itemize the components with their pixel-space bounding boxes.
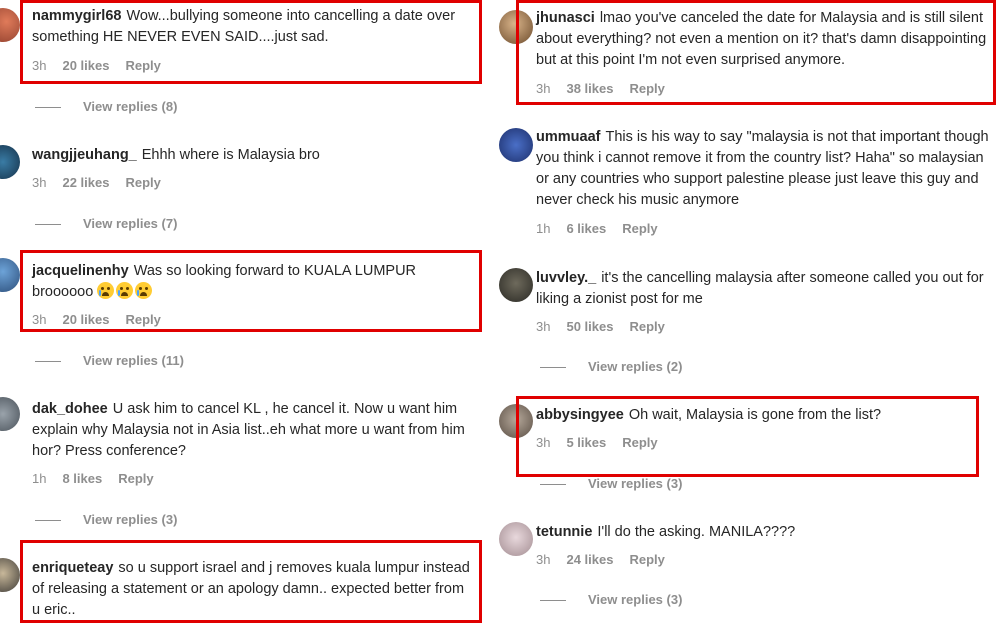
comment-likes[interactable]: 8 likes [62,471,102,486]
avatar[interactable] [0,145,20,179]
comment-meta: 3h 24 likes Reply [536,552,681,567]
view-replies-label: View replies (3) [588,476,683,491]
view-replies-label: View replies (2) [588,359,683,374]
comment-text: tetunnie I'll do the asking. MANILA???? [536,522,976,543]
comment-body: I'll do the asking. MANILA???? [597,524,796,540]
highlight-box [516,396,979,477]
view-replies-label: View replies (3) [588,592,683,607]
comment-time: 3h [536,552,551,567]
replies-line [540,484,566,486]
highlight-box [20,540,482,623]
comment-likes[interactable]: 50 likes [566,319,613,334]
comment-text: ummuaaf This is his way to say "malaysia … [536,127,991,211]
comment-username[interactable]: dak_dohee [32,401,108,417]
comment-body: it's the cancelling malaysia after someo… [536,270,984,307]
view-replies-button[interactable]: View replies (7) [35,216,177,231]
comment-time: 3h [536,319,551,334]
avatar[interactable] [499,268,533,302]
comment-username[interactable]: ummuaaf [536,129,600,145]
comment-body: This is his way to say "malaysia is not … [536,129,989,208]
replies-line [540,600,566,602]
replies-line [540,367,566,369]
replies-line [35,520,61,522]
avatar[interactable] [0,397,20,431]
comment-meta: 3h 22 likes Reply [32,175,177,190]
comment-text: wangjjeuhang_ Ehhh where is Malaysia bro [32,145,472,166]
comment-body: Ehhh where is Malaysia bro [141,147,320,163]
reply-button[interactable]: Reply [622,221,657,236]
replies-line [35,224,61,226]
comment-text: dak_dohee U ask him to cancel KL , he can… [32,399,487,462]
view-replies-label: View replies (7) [83,216,178,231]
avatar[interactable] [499,128,533,162]
comment-username[interactable]: tetunnie [536,524,592,540]
replies-line [35,107,61,109]
avatar[interactable] [499,522,533,556]
replies-line [35,361,61,363]
highlight-box [20,0,482,84]
comment-meta: 1h 6 likes Reply [536,221,674,236]
comment-time: 1h [536,221,551,236]
comment-likes[interactable]: 24 likes [566,552,613,567]
reply-button[interactable]: Reply [629,319,664,334]
comment-meta: 3h 50 likes Reply [536,319,681,334]
view-replies-button[interactable]: View replies (8) [35,99,177,114]
comment-likes[interactable]: 6 likes [566,221,606,236]
comment-text: luvvley._ it's the cancelling malaysia af… [536,268,991,310]
view-replies-button[interactable]: View replies (11) [35,353,184,368]
reply-button[interactable]: Reply [629,552,664,567]
view-replies-label: View replies (3) [83,512,178,527]
comment-username[interactable]: luvvley._ [536,270,596,286]
comment-time: 1h [32,471,47,486]
highlight-box [516,0,996,105]
avatar[interactable] [0,258,20,292]
comment-likes[interactable]: 22 likes [62,175,109,190]
view-replies-button[interactable]: View replies (3) [540,592,682,607]
view-replies-label: View replies (8) [83,99,178,114]
view-replies-button[interactable]: View replies (3) [35,512,177,527]
comment-time: 3h [32,175,47,190]
reply-button[interactable]: Reply [125,175,160,190]
comment-meta: 1h 8 likes Reply [32,471,170,486]
avatar[interactable] [0,8,20,42]
view-replies-button[interactable]: View replies (2) [540,359,682,374]
view-replies-button[interactable]: View replies (3) [540,476,682,491]
avatar[interactable] [0,558,20,592]
highlight-box [20,250,482,332]
reply-button[interactable]: Reply [118,471,153,486]
view-replies-label: View replies (11) [83,353,184,368]
comment-username[interactable]: wangjjeuhang_ [32,147,137,163]
